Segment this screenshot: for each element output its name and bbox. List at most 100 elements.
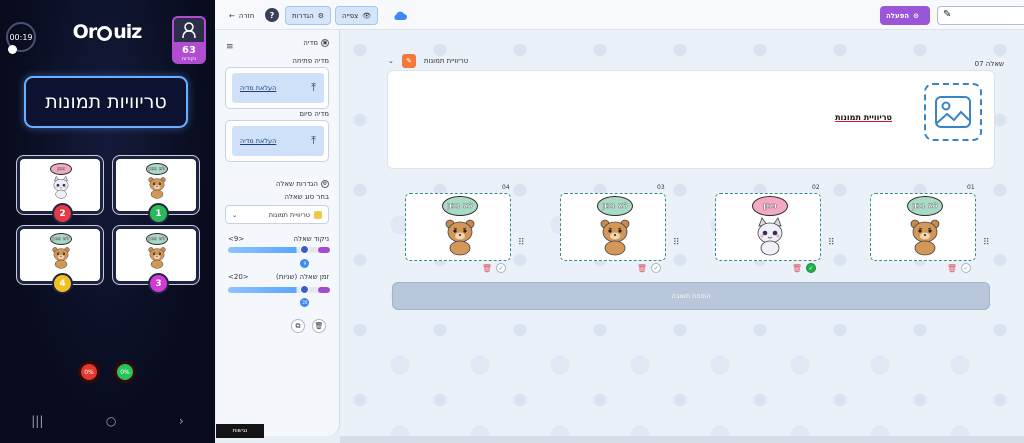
question-type-label: טריוויית תמונות xyxy=(423,57,469,65)
drag-handle-icon[interactable]: ⠿ xyxy=(983,238,990,248)
phone-answer-card[interactable]: לא נכון 1 xyxy=(113,156,199,224)
answer-sticker: נכון xyxy=(49,163,73,203)
user-avatar-icon xyxy=(172,16,206,44)
help-icon: ? xyxy=(269,10,275,20)
score-value: <9> xyxy=(228,235,245,243)
start-button[interactable]: הפעלה ⊙ xyxy=(880,6,930,25)
cat-sticker-icon xyxy=(53,175,69,199)
drag-handle-icon[interactable]: ⠿ xyxy=(518,238,525,248)
closing-upload-button[interactable]: העלאת מדיה ⤒ xyxy=(232,126,324,156)
delete-question-button[interactable]: 🗑 xyxy=(312,319,326,333)
answer-card[interactable]: לא נכון xyxy=(560,193,666,261)
media-label: מדיה xyxy=(303,39,318,47)
menu-icon[interactable]: ≡ xyxy=(226,42,234,52)
phone-answer-card[interactable]: לא נכון 3 xyxy=(113,226,199,294)
question-type-icon xyxy=(314,210,322,219)
delete-answer-icon[interactable]: 🗑 xyxy=(637,263,647,273)
answer-sticker: לא נכון xyxy=(440,196,480,260)
speech-bubble: לא נכון xyxy=(597,196,633,216)
back-label: חזרה xyxy=(238,11,255,20)
settings-button[interactable]: הגדרות ⚙ xyxy=(285,6,332,25)
question-number: שאלה 07 xyxy=(974,60,1004,68)
play-icon: ⊙ xyxy=(913,11,919,20)
score-slider[interactable] xyxy=(228,247,330,253)
cloud-icon xyxy=(394,11,407,20)
delete-answer-icon[interactable]: 🗑 xyxy=(482,263,492,273)
accessibility-button[interactable]: נגישות xyxy=(216,424,264,438)
question-settings-title: הגדרות שאלה ⚙ xyxy=(276,180,329,188)
answer-number: 03 xyxy=(657,184,665,191)
drag-handle-icon[interactable]: ⠿ xyxy=(673,238,680,248)
media-section-title: מדיה ▣ xyxy=(303,39,329,47)
time-slider[interactable] xyxy=(228,287,330,293)
back-chevron-icon[interactable]: › xyxy=(179,414,184,428)
opening-media-label: מדיה פתיחה xyxy=(292,57,329,65)
answer-tools: 🗑 ✓ xyxy=(482,263,506,273)
question-type-select[interactable]: ⌄ טריוויית תמונות xyxy=(225,205,329,224)
question-image-slot[interactable] xyxy=(924,83,982,141)
closing-media-box: העלאת מדיה ⤒ xyxy=(225,120,329,162)
question-type-row: ⌄ ✎ טריוויית תמונות xyxy=(388,54,468,68)
delete-answer-icon[interactable]: 🗑 xyxy=(792,263,802,273)
logo-text-2: uiz xyxy=(113,21,142,43)
answer-card[interactable]: לא נכון xyxy=(405,193,511,261)
pencil-icon: ✎ xyxy=(943,9,952,20)
arrow-right-icon: ← xyxy=(229,11,235,20)
answer-sticker: לא נכון xyxy=(145,233,169,273)
answer-card[interactable]: לא נכון xyxy=(870,193,976,261)
answer-tools: 🗑 ✓ xyxy=(637,263,661,273)
score-slider-value: 9 xyxy=(300,259,310,268)
copy-button[interactable]: ⧉ xyxy=(291,319,305,333)
add-answer-button[interactable]: הוספת תשובה xyxy=(392,282,990,310)
user-score-box: 63 נקודות xyxy=(172,16,206,64)
question-settings-label: הגדרות שאלה xyxy=(275,180,318,188)
settings-label: הגדרות xyxy=(292,11,314,20)
help-button[interactable]: ? xyxy=(265,8,279,22)
cloud-save-button[interactable] xyxy=(393,6,407,25)
question-type-value: טריוויית תמונות xyxy=(268,210,310,219)
horizontal-scrollbar[interactable] xyxy=(340,436,1024,443)
speech-bubble: לא נכון xyxy=(907,196,943,216)
score-slider-end xyxy=(318,247,330,253)
bear-sticker-icon xyxy=(52,247,70,269)
delete-answer-icon[interactable]: 🗑 xyxy=(947,263,957,273)
mark-correct-icon[interactable]: ✓ xyxy=(961,263,971,273)
quiz-name-input[interactable]: ✎ xyxy=(937,6,1024,25)
preview-button[interactable]: צפייה 👁 xyxy=(335,6,379,25)
answer-sticker: לא נכון xyxy=(145,163,169,203)
speech-bubble: נכון xyxy=(50,163,72,175)
phone-nav-bar: ||| ○ › xyxy=(0,410,215,432)
back-button[interactable]: ← חזרה xyxy=(223,6,260,25)
mark-correct-icon[interactable]: ✓ xyxy=(806,263,816,273)
preview-label: צפייה xyxy=(342,11,359,20)
cat-sticker-icon xyxy=(757,217,783,256)
drag-handle-icon[interactable]: ⠿ xyxy=(828,238,835,248)
bear-sticker-icon xyxy=(445,219,475,256)
orquiz-logo: Or uiz xyxy=(70,18,144,46)
time-value: <20> xyxy=(228,273,249,281)
bear-sticker-icon xyxy=(148,247,166,269)
answer-number: 04 xyxy=(502,184,510,191)
collapse-chevron-icon[interactable]: ⌄ xyxy=(388,57,394,65)
logo-text-1: Or xyxy=(72,21,98,43)
answer-percent-indicator: 0% xyxy=(78,361,100,383)
recent-apps-icon[interactable]: ||| xyxy=(31,414,43,428)
mark-correct-icon[interactable]: ✓ xyxy=(496,263,506,273)
settings-panel: ≡ מדיה ▣ מדיה פתיחה העלאת מדיה ⤒ מדיה סי… xyxy=(216,30,340,436)
speech-bubble: נכון xyxy=(752,196,788,216)
answer-number-badge: 2 xyxy=(52,203,73,224)
home-icon[interactable]: ○ xyxy=(106,414,116,428)
user-score: 63 xyxy=(182,45,196,56)
upload-icon: ⤒ xyxy=(311,81,316,94)
phone-answer-card[interactable]: לא נכון 4 xyxy=(17,226,103,294)
mark-correct-icon[interactable]: ✓ xyxy=(651,263,661,273)
phone-answer-card[interactable]: נכון 2 xyxy=(17,156,103,224)
opening-media-box: העלאת מדיה ⤒ xyxy=(225,67,329,109)
opening-upload-button[interactable]: העלאת מדיה ⤒ xyxy=(232,73,324,103)
question-text[interactable]: טריוויית תמונות xyxy=(835,113,892,122)
answer-card[interactable]: נכון xyxy=(715,193,821,261)
bear-sticker-icon xyxy=(148,177,166,199)
trash-icon: 🗑 xyxy=(314,322,324,330)
phone-preview: 00:19 Or uiz 63 נקודות טריוויות תמונות לא… xyxy=(0,0,215,443)
user-points-label: נקודות xyxy=(181,56,197,62)
